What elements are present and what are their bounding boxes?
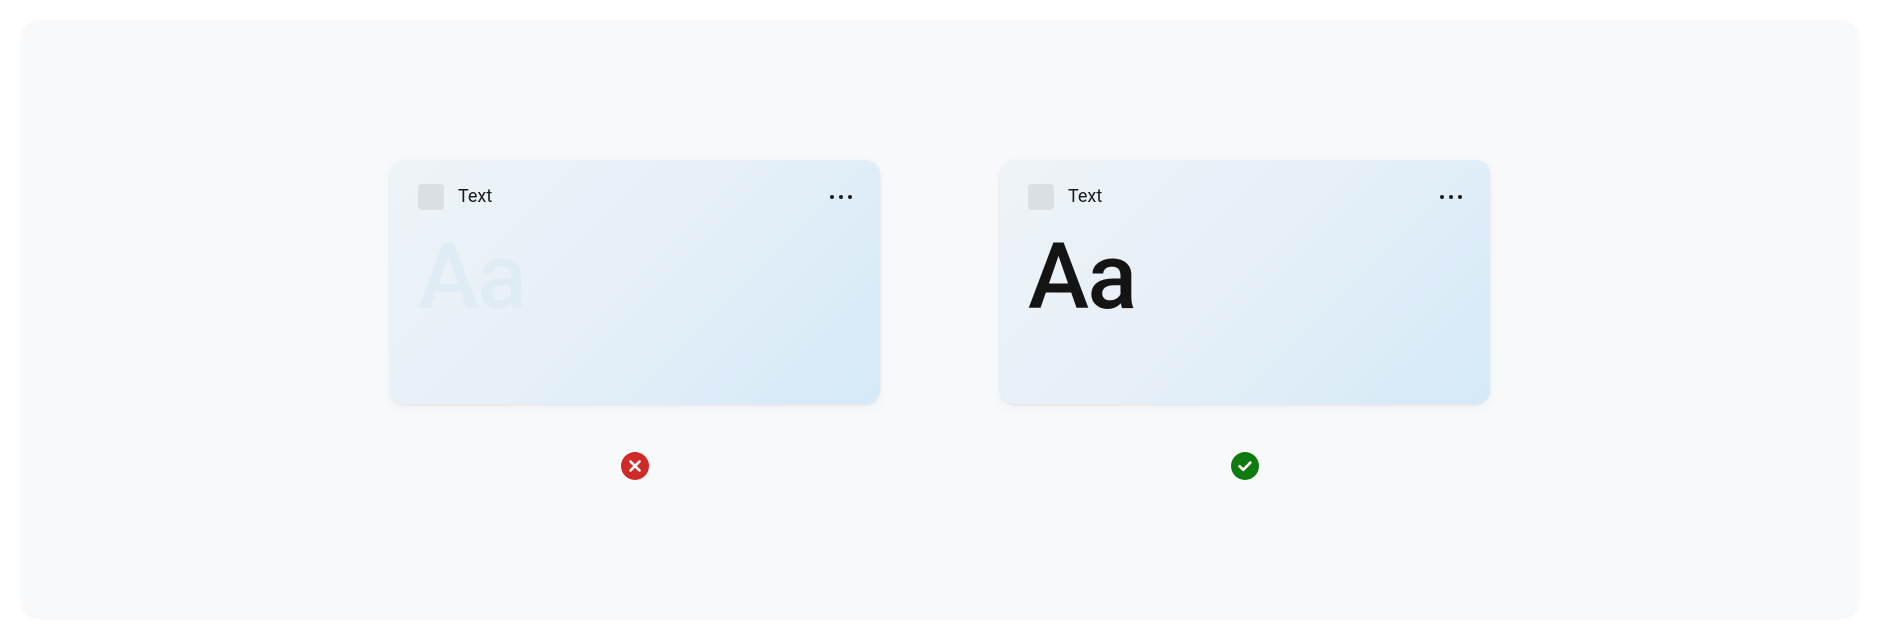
placeholder-icon [1028,184,1054,210]
card-title: Text [458,188,492,206]
check-icon [1231,452,1259,480]
typography-sample-low-contrast: Aa [418,232,852,324]
example-bad: Text Aa [390,160,880,480]
card-title: Text [1068,188,1102,206]
example-good: Text Aa [1000,160,1490,480]
x-icon [621,452,649,480]
placeholder-icon [418,184,444,210]
ellipsis-icon[interactable] [1440,195,1462,199]
typography-sample-high-contrast: Aa [1028,232,1462,324]
stage: Text Aa Text [0,0,1880,640]
text-card-bad: Text Aa [390,160,880,404]
card-header: Text [1028,182,1462,212]
canvas: Text Aa Text [20,20,1860,620]
card-header: Text [418,182,852,212]
text-card-good: Text Aa [1000,160,1490,404]
ellipsis-icon[interactable] [830,195,852,199]
